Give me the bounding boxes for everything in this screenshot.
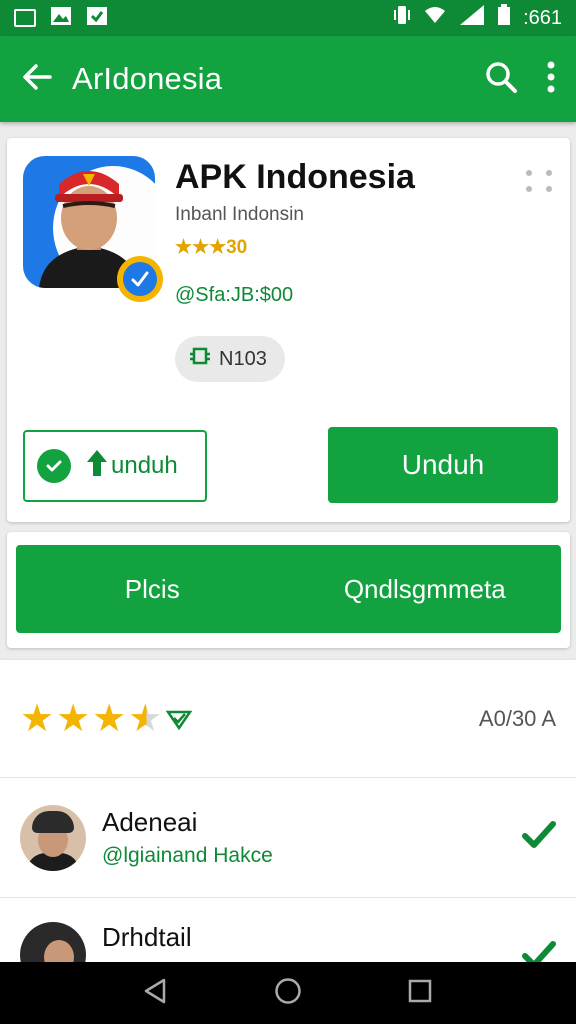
app-title: APK Indonesia [175,158,415,196]
star-icon: ★ [92,698,127,740]
verified-check-icon [166,696,193,741]
vibrate-icon [393,4,411,32]
reviewer-name: Drhdtail [102,922,192,952]
star-icon: ★ [56,698,91,740]
battery-icon [497,4,511,32]
verified-badge-icon [117,256,163,302]
tabs-card: Plcis Qndlsgmmeta [7,532,570,648]
rating-stars: ★ ★ ★ ★ [20,696,193,741]
half-star-icon: ★ [128,698,163,740]
home-nav-icon[interactable] [274,977,302,1010]
check-icon [522,820,556,855]
chip-label: N103 [219,347,267,370]
rating-count: A0/30 A [478,705,556,731]
app-developer[interactable]: Inbanl Indonsin [175,204,304,226]
star-icon: ★ [20,698,55,740]
tab-bar: Plcis Qndlsgmmeta [16,545,561,633]
reviewer-handle: @lgiainand Hakce [102,844,273,867]
recents-nav-icon[interactable] [406,977,434,1010]
back-arrow-icon[interactable] [20,60,54,99]
secondary-button-label: unduh [111,452,178,479]
wifi-icon [423,5,447,31]
status-bar: :661 [0,0,576,36]
clock-text: :661 [523,6,562,29]
secondary-download-button[interactable]: unduh [23,430,207,502]
back-nav-icon[interactable] [142,977,170,1010]
navigation-bar [0,962,576,1024]
reviewer-name: Adeneai [102,807,198,837]
search-icon[interactable] [484,60,518,99]
tab-first[interactable]: Plcis [16,574,289,605]
chip-icon [189,345,211,373]
screenshot-icon [14,9,36,27]
signal-icon [459,4,485,32]
tab-second[interactable]: Qndlsgmmeta [289,574,562,605]
app-bar-title: ArIdonesia [72,61,223,96]
image-icon [50,6,72,31]
size-chip[interactable]: N103 [175,336,285,382]
list-item[interactable]: Drhdtail [0,900,576,988]
gallery-icon [86,6,108,31]
upload-arrow-icon [85,448,109,485]
overflow-menu-icon[interactable] [546,60,556,99]
reviews-list: ★ ★ ★ ★ A0/30 A Adeneai @lgiainand Hakce… [0,660,576,988]
list-item[interactable]: Adeneai @lgiainand Hakce [0,778,576,898]
rating-summary: ★ ★ ★ ★ A0/30 A [0,660,576,778]
app-meta: @Sfa:JB:$00 [175,284,294,306]
avatar [20,804,86,871]
check-circle-icon [37,449,71,483]
app-rating: ★★★30 [175,237,248,258]
app-info-card: APK Indonesia Inbanl Indonsin ★★★30 @Sfa… [7,138,570,522]
app-bar: ArIdonesia [0,36,576,122]
more-options-icon[interactable] [526,170,552,192]
download-button[interactable]: Unduh [328,427,558,503]
